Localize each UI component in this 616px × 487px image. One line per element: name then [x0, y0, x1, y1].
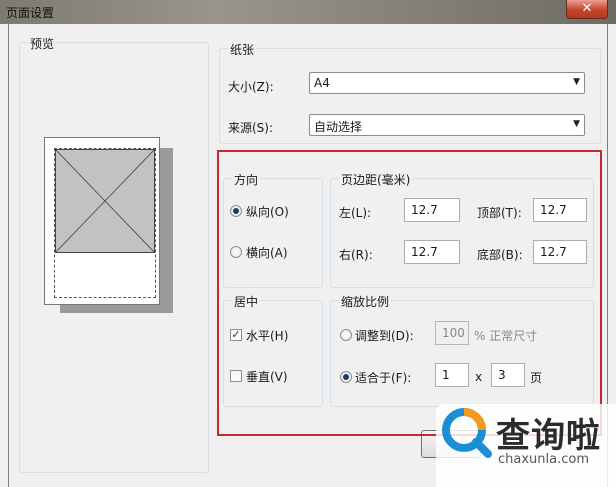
preview-label: 预览 [28, 35, 57, 52]
content-area-placeholder [55, 149, 155, 253]
paper-size-select[interactable]: A4 ▼ [309, 72, 585, 94]
watermark: 查询啦 chaxunla.com [436, 404, 616, 487]
paper-source-value: 自动选择 [314, 120, 363, 134]
window-title: 页面设置 [6, 6, 55, 20]
chevron-down-icon: ▼ [573, 119, 580, 129]
source-label: 来源(S): [228, 121, 274, 135]
title-bar: 页面设置 ✕ [0, 0, 616, 24]
magnifier-logo-icon [442, 408, 492, 458]
close-button[interactable]: ✕ [566, 0, 608, 19]
watermark-url: chaxunla.com [498, 452, 589, 467]
preview-page [44, 137, 160, 305]
paper-label: 纸张 [228, 41, 257, 58]
watermark-text: 查询啦 [496, 416, 601, 456]
size-label: 大小(Z): [228, 80, 274, 94]
chevron-down-icon: ▼ [573, 77, 580, 87]
paper-source-select[interactable]: 自动选择 ▼ [309, 114, 585, 136]
paper-size-value: A4 [314, 76, 330, 90]
highlight-annotation-box [217, 150, 602, 436]
close-icon: ✕ [581, 1, 593, 16]
